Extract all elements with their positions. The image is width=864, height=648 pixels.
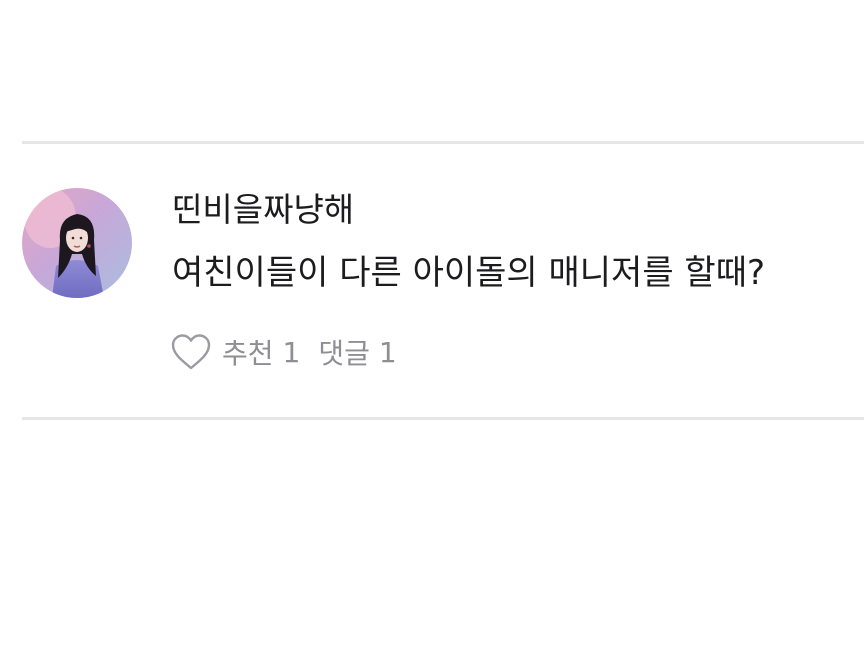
reply-button[interactable]: 댓글 1 [318, 332, 396, 372]
divider-bottom [22, 417, 864, 420]
comment-text: 여친이들이 다른 아이돌의 매니저를 할때? [172, 253, 766, 293]
comment-feed: 띤비을짜냥해 여친이들이 다른 아이돌의 매니저를 할때? 추천 1 댓글 1 [0, 0, 864, 648]
like-label: 추천 [222, 337, 274, 370]
comment-author[interactable]: 띤비을짜냥해 [172, 188, 354, 232]
heart-outline-icon[interactable] [170, 332, 212, 372]
reply-count: 1 [378, 335, 397, 369]
avatar[interactable] [22, 188, 132, 298]
like-count: 1 [282, 335, 301, 369]
reply-label: 댓글 [318, 337, 370, 370]
avatar-photo [22, 188, 132, 298]
comment-actions: 추천 1 댓글 1 [170, 330, 415, 374]
like-button[interactable]: 추천 1 [222, 332, 300, 372]
comment-item: 띤비을짜냥해 여친이들이 다른 아이돌의 매니저를 할때? 추천 1 댓글 1 [0, 144, 864, 417]
